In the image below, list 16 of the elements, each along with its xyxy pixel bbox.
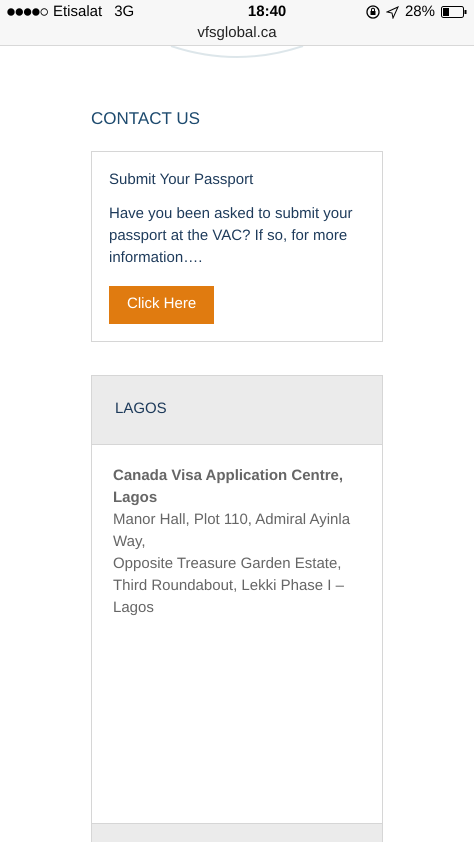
card-title: Submit Your Passport	[109, 170, 254, 190]
carrier-name: Etisalat	[53, 2, 102, 22]
card-text: Have you been asked to submit your passport at the VAC? If so, for more information….	[109, 204, 354, 268]
office-city: LAGOS	[115, 399, 167, 420]
section-title: CONTACT US	[91, 108, 201, 130]
address-line: Manor Hall, Plot 110, Admiral Ayinla Way,	[113, 510, 352, 552]
clock-time: 18:40	[248, 2, 286, 22]
rotation-lock-icon	[366, 5, 380, 19]
location-icon	[386, 6, 399, 18]
address-line: Opposite Treasure Garden Estate, Third Roundabout, Lekki Phase I – Lagos	[113, 554, 345, 618]
network-type: 3G	[114, 2, 134, 22]
url-text[interactable]: vfsglobal.ca	[197, 24, 277, 42]
office-name: Canada Visa Application Centre, Lagos	[113, 466, 344, 508]
signal-icon	[7, 8, 49, 16]
battery-icon	[441, 6, 467, 18]
battery-percent: 28%	[404, 2, 435, 22]
